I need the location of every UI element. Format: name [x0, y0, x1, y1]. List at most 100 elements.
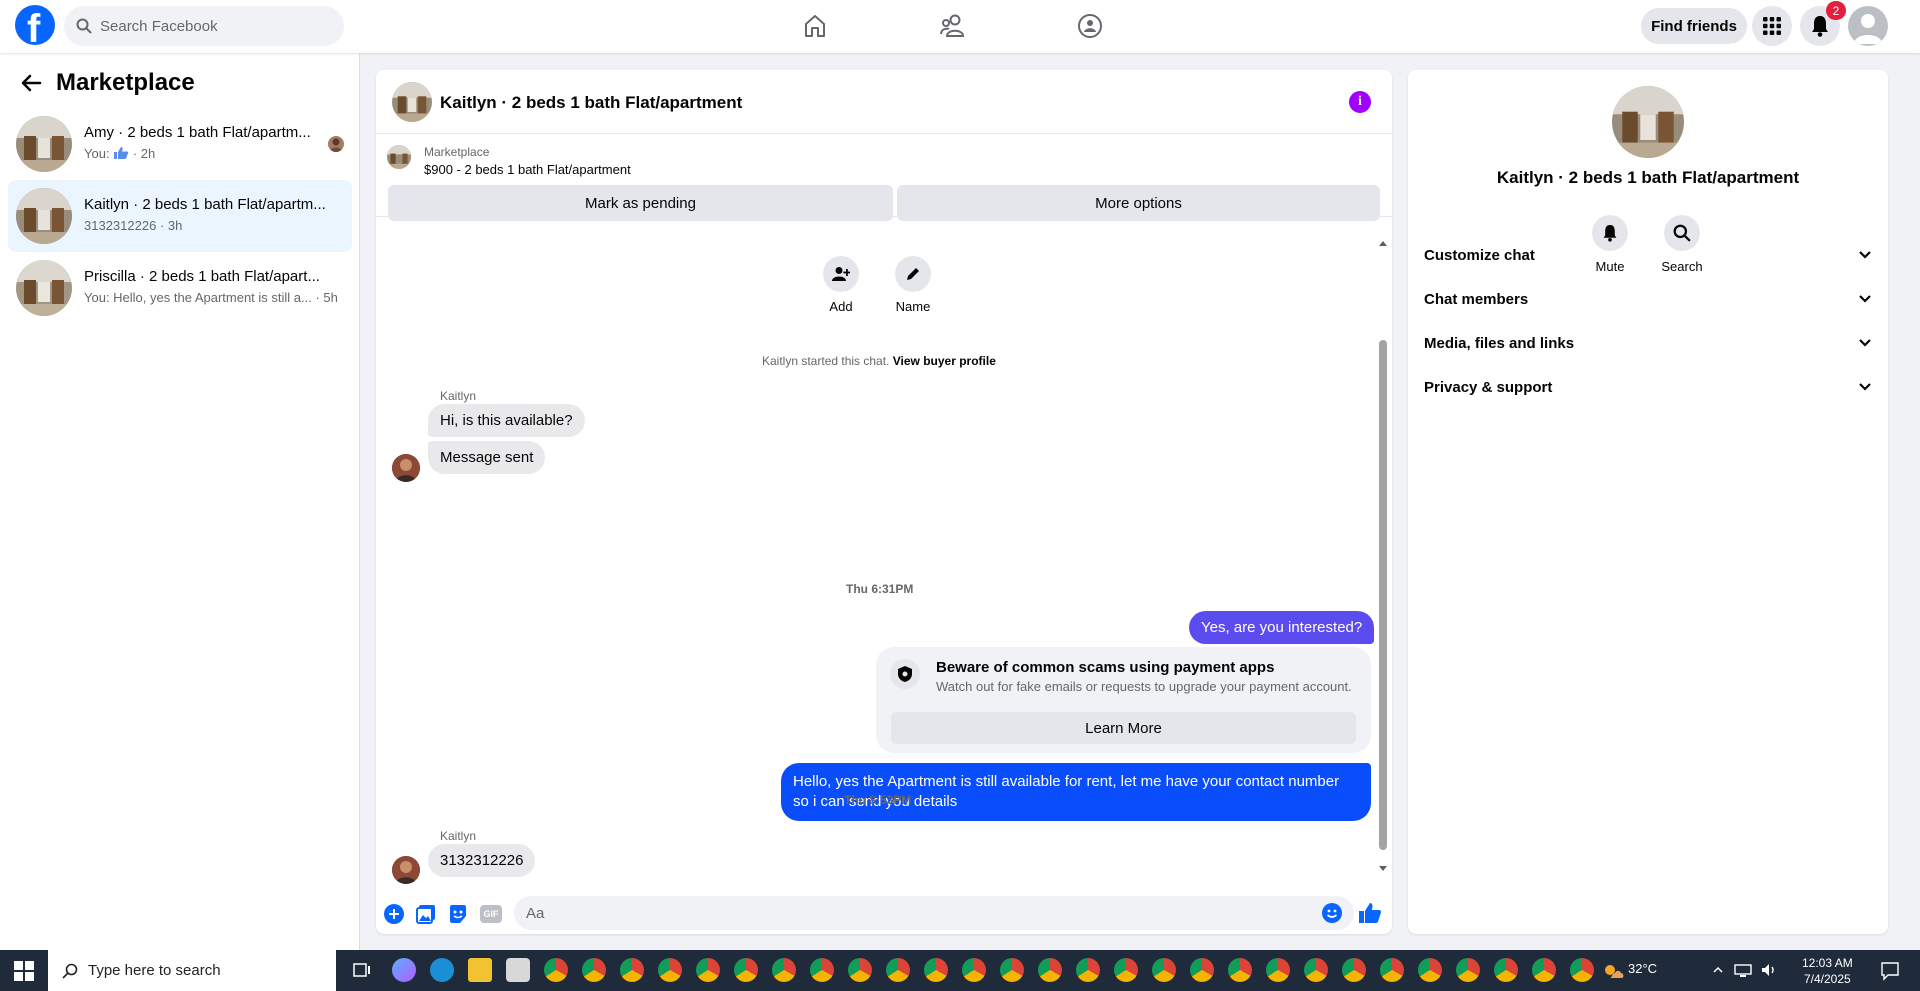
copilot-icon[interactable] — [392, 958, 416, 982]
search-icon — [76, 18, 92, 34]
back-arrow-icon[interactable] — [20, 72, 42, 94]
listing-thumbnail — [16, 260, 72, 316]
search-input[interactable] — [100, 17, 320, 35]
customize-chat-section[interactable]: Customize chat — [1416, 233, 1880, 277]
view-buyer-profile-link[interactable]: View buyer profile — [893, 354, 996, 368]
file-explorer-icon[interactable] — [468, 958, 492, 982]
pencil-icon[interactable] — [895, 256, 931, 292]
chrome-icon[interactable] — [1152, 958, 1176, 982]
outgoing-message: Yes, are you interested? — [1189, 611, 1375, 644]
media-files-links-section[interactable]: Media, files and links — [1416, 321, 1880, 365]
chrome-icon[interactable] — [1038, 958, 1062, 982]
gif-icon[interactable]: GIF — [480, 905, 502, 923]
system-clock[interactable]: 12:03 AM 7/4/2025 — [1802, 955, 1853, 987]
mark-as-pending-button[interactable]: Mark as pending — [388, 185, 893, 221]
conversation-item[interactable]: Amy · 2 beds 1 bath Flat/apartm... You: … — [8, 108, 352, 180]
weather-icon[interactable] — [1602, 962, 1624, 980]
chrome-icon[interactable] — [962, 958, 986, 982]
incoming-message: Message sent — [428, 441, 546, 474]
conversation-item[interactable]: Priscilla · 2 beds 1 bath Flat/apart... … — [8, 252, 352, 324]
taskbar-search[interactable]: Type here to search — [48, 950, 336, 991]
chrome-icon[interactable] — [772, 958, 796, 982]
message-composer: GIF — [376, 880, 1392, 934]
chrome-icon[interactable] — [1228, 958, 1252, 982]
more-options-button[interactable]: More options — [897, 185, 1380, 221]
listing-thumbnail — [16, 116, 72, 172]
find-friends-button[interactable]: Find friends — [1641, 8, 1747, 44]
chrome-icon[interactable] — [1456, 958, 1480, 982]
windows-start-icon[interactable] — [14, 961, 34, 981]
listing-thumbnail — [387, 145, 411, 169]
plus-circle-icon[interactable] — [384, 904, 404, 924]
chrome-icon[interactable] — [886, 958, 910, 982]
chat-members-section[interactable]: Chat members — [1416, 277, 1880, 321]
chrome-icon[interactable] — [734, 958, 758, 982]
groups-icon[interactable] — [1074, 10, 1106, 42]
chat-title[interactable]: Kaitlyn · 2 beds 1 bath Flat/apartment — [440, 93, 742, 113]
chrome-icon[interactable] — [1494, 958, 1518, 982]
chevron-down-icon — [1859, 251, 1871, 259]
add-person-icon[interactable] — [823, 256, 859, 292]
details-title: Kaitlyn · 2 beds 1 bath Flat/apartment — [1496, 168, 1800, 187]
chrome-icon[interactable] — [1380, 958, 1404, 982]
friends-icon[interactable] — [937, 10, 969, 42]
message-thread: Add Name Kaitlyn started this chat. View… — [376, 235, 1392, 884]
app-icon[interactable] — [506, 958, 530, 982]
thumbs-up-icon — [114, 147, 129, 159]
privacy-support-section[interactable]: Privacy & support — [1416, 365, 1880, 409]
search-icon — [62, 963, 78, 979]
chrome-icon[interactable] — [1190, 958, 1214, 982]
listing-price-title[interactable]: $900 - 2 beds 1 bath Flat/apartment — [424, 162, 631, 177]
chevron-down-icon — [1859, 339, 1871, 347]
home-icon[interactable] — [799, 10, 831, 42]
scrollbar[interactable] — [1378, 240, 1388, 872]
thumbs-up-icon[interactable] — [1358, 902, 1382, 924]
chrome-icon[interactable] — [1266, 958, 1290, 982]
chevron-up-icon[interactable] — [1712, 964, 1724, 976]
emoji-icon[interactable] — [1322, 903, 1342, 923]
chrome-icon[interactable] — [582, 958, 606, 982]
chrome-icon[interactable] — [1532, 958, 1556, 982]
chrome-icon[interactable] — [924, 958, 948, 982]
search-box[interactable] — [64, 6, 344, 46]
chrome-icon[interactable] — [1304, 958, 1328, 982]
timestamp: Thu 8:53PM — [844, 793, 912, 807]
learn-more-button[interactable]: Learn More — [891, 712, 1356, 744]
message-input[interactable] — [514, 896, 1354, 930]
shield-icon — [890, 659, 920, 689]
chrome-icon[interactable] — [1570, 958, 1594, 982]
chrome-icon[interactable] — [810, 958, 834, 982]
avatar[interactable] — [1848, 6, 1888, 46]
chrome-icon[interactable] — [658, 958, 682, 982]
chrome-icon[interactable] — [544, 958, 568, 982]
network-icon[interactable] — [1734, 962, 1752, 978]
chrome-icon[interactable] — [620, 958, 644, 982]
volume-icon[interactable] — [1760, 962, 1778, 978]
sender-avatar — [392, 454, 420, 482]
menu-grid-icon[interactable] — [1752, 6, 1792, 46]
sticker-icon[interactable] — [448, 904, 468, 924]
incoming-message: 3132312226 — [428, 844, 536, 877]
chrome-icon[interactable] — [1076, 958, 1100, 982]
sidebar-title: Marketplace — [56, 69, 195, 96]
name-label: Name — [895, 299, 931, 314]
chat-header: Kaitlyn · 2 beds 1 bath Flat/apartment i — [376, 70, 1392, 134]
chrome-icon[interactable] — [1114, 958, 1138, 982]
info-icon[interactable]: i — [1349, 91, 1371, 113]
chrome-icon[interactable] — [1000, 958, 1024, 982]
listing-thumbnail — [16, 188, 72, 244]
chrome-icon[interactable] — [696, 958, 720, 982]
chevron-down-icon — [1859, 383, 1871, 391]
facebook-logo[interactable]: f — [15, 5, 55, 45]
conversation-item-active[interactable]: Kaitlyn · 2 beds 1 bath Flat/apartm... 3… — [8, 180, 352, 252]
weather-temperature[interactable]: 32°C — [1628, 961, 1657, 976]
edge-icon[interactable] — [430, 958, 454, 982]
task-view-icon[interactable] — [352, 960, 372, 980]
chrome-icon[interactable] — [1418, 958, 1442, 982]
notification-center-icon[interactable] — [1880, 961, 1900, 981]
listing-thumbnail — [392, 82, 432, 122]
photo-icon[interactable] — [416, 904, 436, 924]
chrome-icon[interactable] — [1342, 958, 1366, 982]
incoming-message: Hi, is this available? — [428, 404, 585, 437]
chrome-icon[interactable] — [848, 958, 872, 982]
